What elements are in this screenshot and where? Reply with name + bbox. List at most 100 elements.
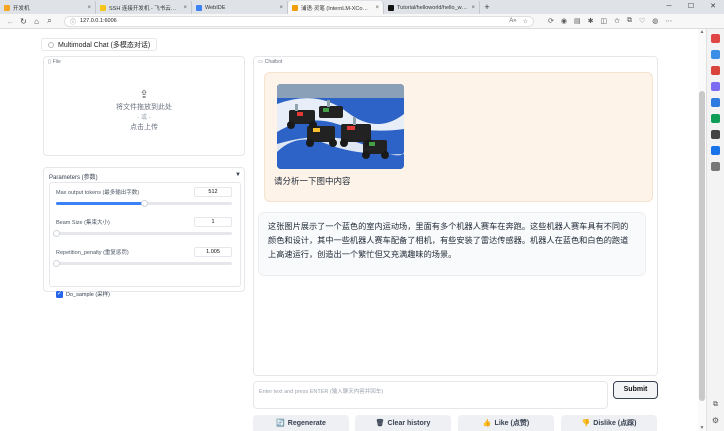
- scroll-down-icon[interactable]: ▼: [698, 425, 706, 431]
- outlook-icon[interactable]: [711, 146, 720, 155]
- extension-icon[interactable]: ◉: [561, 17, 567, 25]
- do-sample-label: Do_sample (采样): [66, 292, 111, 298]
- briefcase-icon[interactable]: [711, 66, 720, 75]
- search-icon[interactable]: ⌕: [43, 16, 56, 26]
- chatbot-label: ▭ Chatbot: [258, 59, 283, 65]
- split-screen-icon[interactable]: ◫: [600, 17, 607, 25]
- new-tab-button[interactable]: +: [480, 1, 494, 14]
- param-value-input[interactable]: 512: [194, 187, 232, 197]
- refresh-icon[interactable]: ⟳: [548, 17, 554, 25]
- param-slider[interactable]: [53, 230, 232, 237]
- browser-tab-label: WebIDE: [205, 4, 226, 11]
- slider-handle[interactable]: [141, 200, 148, 207]
- chat-input[interactable]: [259, 387, 602, 407]
- browser-toolbar: ⟳ ◉ ▤ ✱ ◫ ✩ ⧉ ♡ ◍ ⋯: [548, 17, 672, 25]
- param-slider[interactable]: [56, 200, 232, 207]
- shield-icon[interactable]: ♡: [639, 17, 645, 25]
- param-label: Beam Size (集束大小): [56, 220, 110, 226]
- thumbs-down-icon: 👎: [581, 420, 591, 427]
- browser-tab-label: SSH 连接开发机 - 飞书云文档: [109, 5, 181, 12]
- parameters-panel: Parameters (参数) ▼ Max output tokens (最多输…: [43, 167, 245, 298]
- favorites-icon[interactable]: ✩: [614, 17, 620, 25]
- clear-history-button[interactable]: 🗑 Clear history: [355, 415, 451, 431]
- profile-icon[interactable]: ◍: [652, 17, 658, 25]
- param-slider[interactable]: [53, 260, 232, 267]
- bing-icon[interactable]: [711, 114, 720, 123]
- tools-icon[interactable]: [711, 50, 720, 59]
- scrollbar-thumb[interactable]: [699, 91, 705, 401]
- minimize-button[interactable]: ─: [658, 0, 680, 14]
- param-label: Repetition_penalty (重复惩罚): [56, 250, 129, 256]
- games-icon[interactable]: [711, 82, 720, 91]
- bot-message-bubble: 这张图片展示了一个蓝色的室内运动场，里面有多个机器人赛车在奔跑。这些机器人赛车具…: [258, 212, 646, 276]
- browser-tab-bar: 开发机 × SSH 连接开发机 - 飞书云文档 × WebIDE × 浦语·灵笔 (Inte…: [0, 0, 724, 14]
- submit-button[interactable]: Submit: [613, 381, 658, 399]
- read-aloud-icon[interactable]: A»: [509, 18, 516, 25]
- uploaded-image[interactable]: [277, 84, 404, 169]
- thumbs-up-icon: 👍: [482, 420, 492, 427]
- parameters-title: Parameters (参数): [49, 175, 98, 181]
- do-sample-checkbox-row[interactable]: ✓ Do_sample (采样): [56, 290, 110, 298]
- regenerate-button[interactable]: 🔄 Regenerate: [253, 415, 349, 431]
- slider-handle[interactable]: [53, 230, 60, 237]
- collections-add-icon[interactable]: ⧉: [627, 17, 632, 25]
- regenerate-label: Regenerate: [287, 419, 326, 427]
- or-text: - 或 -: [137, 115, 151, 121]
- browser-tab[interactable]: Tutorial/helloworld/hello_world. ×: [384, 1, 480, 14]
- tab-close-icon[interactable]: ×: [279, 5, 283, 11]
- do-sample-checkbox[interactable]: ✓: [56, 290, 63, 298]
- url-field[interactable]: ⓘ 127.0.0.1:6006 A» ☆: [64, 15, 534, 27]
- browser-tab[interactable]: SSH 连接开发机 - 飞书云文档 ×: [96, 1, 192, 14]
- param-label: Max output tokens (最多输出字数): [56, 190, 140, 196]
- page-scrollbar[interactable]: ▲ ▼: [698, 29, 706, 431]
- office-icon[interactable]: [711, 98, 720, 107]
- add-app-icon[interactable]: [711, 162, 720, 171]
- favorite-star-icon[interactable]: ☆: [523, 18, 528, 25]
- tab-favicon-icon: [292, 4, 298, 11]
- drop-icon[interactable]: [711, 130, 720, 139]
- settings-icon[interactable]: ⚙: [712, 416, 719, 425]
- dislike-button[interactable]: 👎 Dislike (点踩): [561, 415, 657, 431]
- slider-handle[interactable]: [53, 260, 60, 267]
- chevron-down-icon[interactable]: ▼: [235, 172, 241, 181]
- param-row: Beam Size (集束大小) 1: [50, 215, 240, 241]
- app-title: Multimodal Chat (多模态对话): [58, 41, 151, 49]
- tab-list: 开发机 × SSH 连接开发机 - 飞书云文档 × WebIDE × 浦语·灵笔 (Inte…: [0, 1, 480, 14]
- browser-tab[interactable]: 开发机 ×: [0, 1, 96, 14]
- collections-icon[interactable]: ▤: [574, 17, 581, 25]
- tab-close-icon[interactable]: ×: [87, 5, 91, 11]
- like-button[interactable]: 👍 Like (点赞): [458, 415, 554, 431]
- close-window-button[interactable]: ✕: [702, 0, 724, 14]
- param-value-input[interactable]: 1: [194, 217, 232, 227]
- browser-tab[interactable]: WebIDE ×: [192, 1, 288, 14]
- edge-sidebar: ⧉ ⚙: [706, 29, 724, 431]
- click-upload-text[interactable]: 点击上传: [130, 123, 158, 133]
- url-text: 127.0.0.1:6006: [80, 18, 117, 24]
- home-button[interactable]: ⌂: [30, 17, 43, 26]
- trash-icon: 🗑: [375, 420, 385, 427]
- parameters-accordion-header[interactable]: Parameters (参数) ▼: [49, 172, 241, 181]
- tab-multimodal-chat[interactable]: Multimodal Chat (多模态对话): [41, 38, 158, 51]
- refresh-icon: 🔄: [276, 420, 285, 427]
- browser-tab-label: 开发机: [13, 5, 30, 12]
- maximize-button[interactable]: ☐: [680, 0, 702, 14]
- param-row: Repetition_penalty (重复惩罚) 1.005: [50, 245, 240, 271]
- scroll-up-icon[interactable]: ▲: [698, 29, 706, 35]
- chat-icon: ▭: [258, 59, 263, 65]
- split-view-icon[interactable]: ⧉: [713, 401, 718, 409]
- back-button[interactable]: ←: [4, 17, 17, 26]
- tab-close-icon[interactable]: ×: [471, 5, 475, 11]
- tab-close-icon[interactable]: ×: [375, 5, 379, 11]
- shopping-icon[interactable]: [711, 34, 720, 43]
- more-icon[interactable]: ⋯: [665, 17, 672, 25]
- tab-close-icon[interactable]: ×: [183, 5, 187, 11]
- robot-race-photo: [277, 84, 404, 169]
- puzzle-icon[interactable]: ✱: [588, 17, 594, 25]
- info-icon[interactable]: ⓘ: [70, 17, 76, 26]
- file-dropzone[interactable]: ⇪ 将文件拖放到此处 - 或 - 点击上传: [44, 67, 244, 155]
- like-label: Like (点赞): [494, 420, 530, 427]
- browser-tab[interactable]: 浦语·灵笔 (InternLM-XCompose ×: [288, 1, 384, 14]
- dislike-label: Dislike (点踩): [593, 420, 637, 427]
- reload-button[interactable]: ↻: [17, 17, 30, 26]
- param-value-input[interactable]: 1.005: [194, 247, 232, 257]
